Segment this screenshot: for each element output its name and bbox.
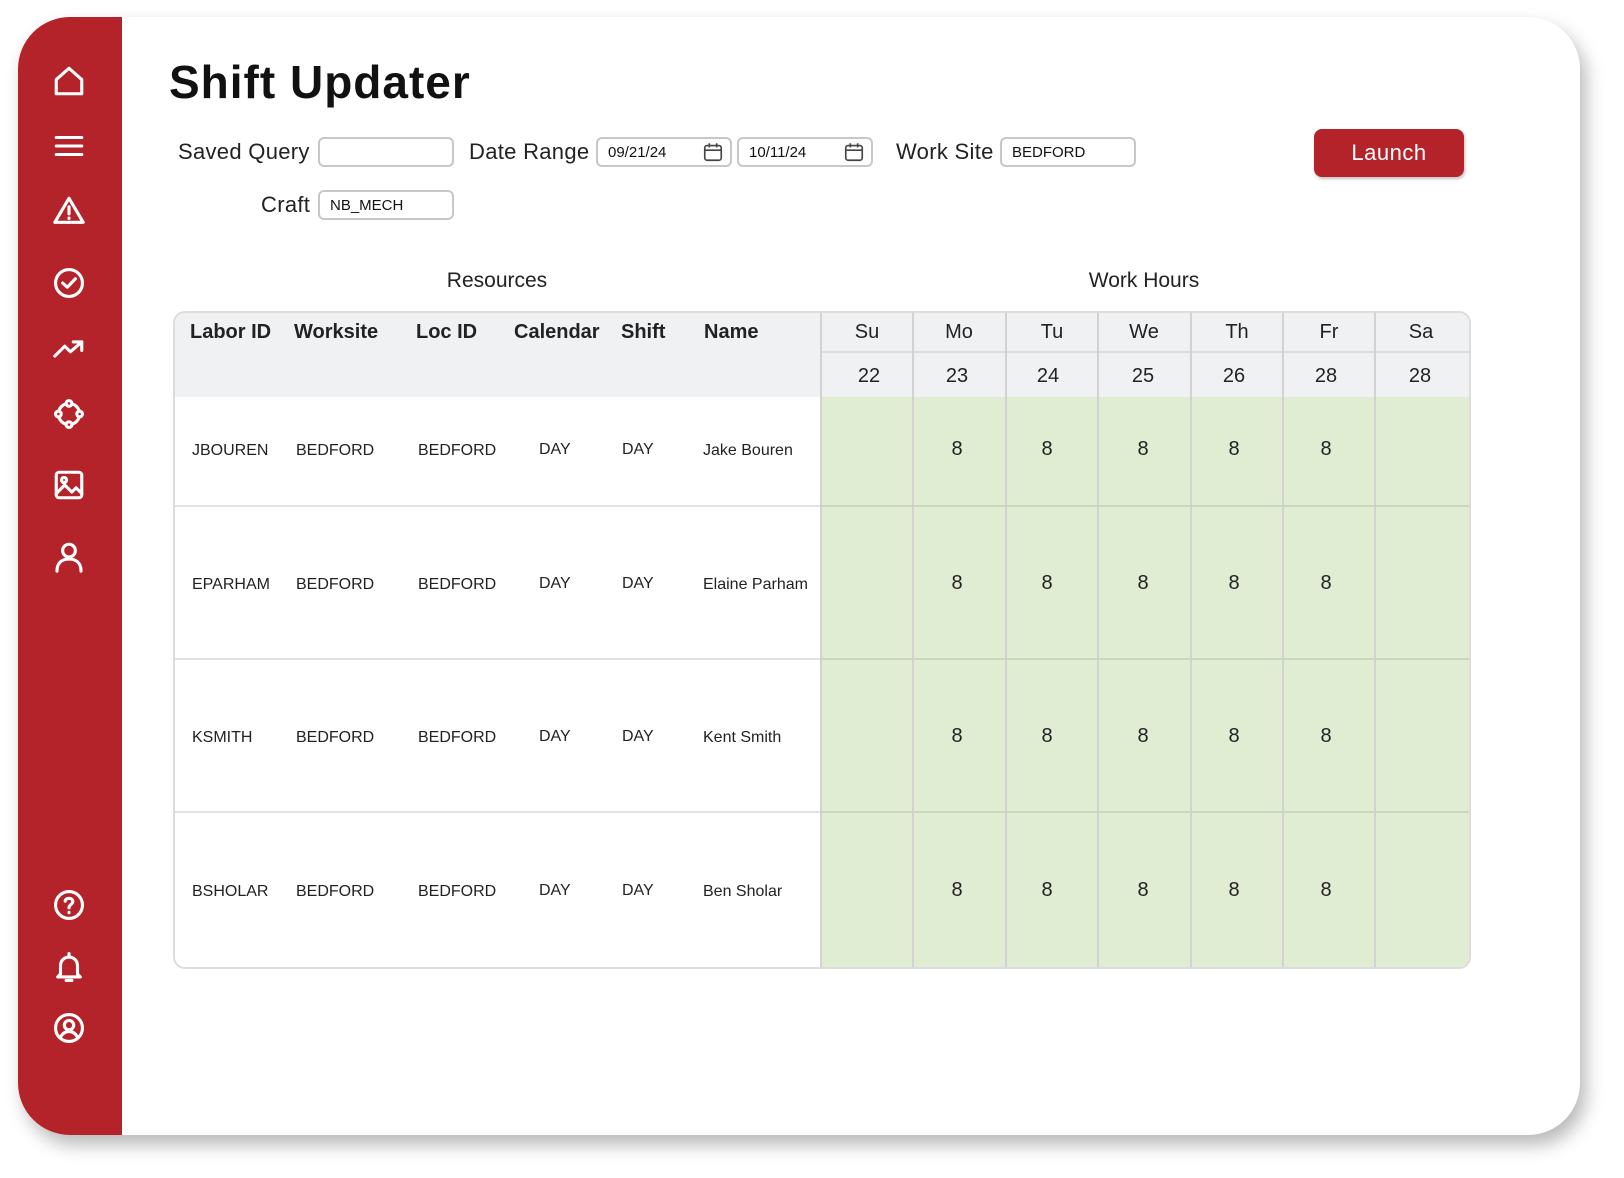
calendar-cell: DAY: [539, 728, 571, 745]
network-icon[interactable]: [50, 395, 88, 433]
hours-cell-we[interactable]: 8: [1097, 879, 1189, 902]
craft-input[interactable]: [318, 190, 454, 220]
main-content: Shift Updater Saved Query Date Range Wor…: [122, 17, 1580, 1135]
name-cell: Kent Smith: [703, 729, 782, 746]
craft-label: Craft: [261, 192, 311, 217]
page-title: Shift Updater: [169, 56, 471, 108]
date-range-start-field: [596, 137, 732, 167]
check-circle-icon[interactable]: [50, 264, 88, 302]
launch-button[interactable]: Launch: [1314, 129, 1464, 177]
hours-cell-fr[interactable]: 8: [1280, 879, 1372, 902]
loc-id-cell: BEDFORD: [418, 883, 497, 900]
day-header-th: Th: [1225, 321, 1249, 343]
day-header-mo: Mo: [945, 321, 973, 343]
name-cell: Jake Bouren: [703, 442, 793, 459]
hours-cell-tu[interactable]: 8: [1001, 725, 1093, 748]
day-header-sa: Sa: [1408, 321, 1434, 343]
date-header-mo: 23: [945, 365, 969, 387]
worksite-cell: BEDFORD: [296, 576, 375, 593]
user-icon[interactable]: [50, 538, 88, 576]
calendar-icon[interactable]: [843, 141, 865, 163]
account-icon[interactable]: [50, 1009, 88, 1047]
loc-id-cell: BEDFORD: [418, 576, 497, 593]
work-site-input[interactable]: [1000, 137, 1136, 167]
hours-cell-we[interactable]: 8: [1097, 725, 1189, 748]
day-header-fr: Fr: [1319, 321, 1339, 343]
shift-table: Labor ID Worksite Loc ID Calendar Shift …: [173, 311, 1471, 969]
hours-cell-tu[interactable]: 8: [1001, 438, 1093, 461]
name-cell: Elaine Parham: [703, 576, 808, 593]
table-row[interactable]: EPARHAM BEDFORD BEDFORD DAY DAY Elaine P…: [175, 507, 1469, 658]
resources-heading: Resources: [446, 269, 548, 292]
shift-cell: DAY: [622, 882, 654, 899]
table-row[interactable]: BSHOLAR BEDFORD BEDFORD DAY DAY Ben Shol…: [175, 813, 1469, 965]
work-site-label: Work Site: [896, 139, 994, 164]
day-header-tu: Tu: [1040, 321, 1064, 343]
day-header-su: Su: [854, 321, 880, 343]
labor-id-cell: BSHOLAR: [192, 883, 269, 900]
hours-cell-fr[interactable]: 8: [1280, 438, 1372, 461]
saved-query-input[interactable]: [318, 137, 454, 167]
shift-cell: DAY: [622, 575, 654, 592]
hours-cell-we[interactable]: 8: [1097, 438, 1189, 461]
hours-cell-th[interactable]: 8: [1188, 725, 1280, 748]
menu-icon[interactable]: [50, 127, 88, 165]
hours-cell-th[interactable]: 8: [1188, 879, 1280, 902]
col-loc-id[interactable]: Loc ID: [416, 321, 477, 344]
hours-cell-th[interactable]: 8: [1188, 438, 1280, 461]
hours-cell-mo[interactable]: 8: [911, 572, 1003, 595]
col-name[interactable]: Name: [704, 321, 758, 344]
date-range-end-field: [737, 137, 873, 167]
labor-id-cell: EPARHAM: [192, 576, 270, 593]
name-cell: Ben Sholar: [703, 883, 783, 900]
hours-cell-we[interactable]: 8: [1097, 572, 1189, 595]
hours-cell-tu[interactable]: 8: [1001, 879, 1093, 902]
date-header-su: 22: [857, 365, 881, 387]
date-header-th: 26: [1222, 365, 1246, 387]
date-range-label: Date Range: [469, 139, 590, 164]
date-header-tu: 24: [1036, 365, 1060, 387]
table-row[interactable]: KSMITH BEDFORD BEDFORD DAY DAY Kent Smit…: [175, 660, 1469, 811]
date-header-sa: 28: [1408, 365, 1432, 387]
hours-cell-mo[interactable]: 8: [911, 725, 1003, 748]
saved-query-label: Saved Query: [178, 139, 310, 164]
calendar-icon[interactable]: [702, 141, 724, 163]
hours-cell-fr[interactable]: 8: [1280, 572, 1372, 595]
worksite-cell: BEDFORD: [296, 729, 375, 746]
col-labor-id[interactable]: Labor ID: [190, 321, 271, 344]
loc-id-cell: BEDFORD: [418, 729, 497, 746]
shift-cell: DAY: [622, 441, 654, 458]
help-icon[interactable]: [50, 886, 88, 924]
col-shift[interactable]: Shift: [621, 321, 665, 344]
header-divider: [820, 351, 1469, 353]
hours-cell-fr[interactable]: 8: [1280, 725, 1372, 748]
image-icon[interactable]: [50, 466, 88, 504]
hours-cell-mo[interactable]: 8: [911, 879, 1003, 902]
hours-cell-mo[interactable]: 8: [911, 438, 1003, 461]
work-hours-heading: Work Hours: [1088, 269, 1200, 292]
alert-triangle-icon[interactable]: [50, 192, 88, 230]
trend-icon[interactable]: [50, 330, 88, 368]
labor-id-cell: KSMITH: [192, 729, 253, 746]
calendar-cell: DAY: [539, 882, 571, 899]
hours-cell-tu[interactable]: 8: [1001, 572, 1093, 595]
date-header-fr: 28: [1314, 365, 1338, 387]
shift-cell: DAY: [622, 728, 654, 745]
bell-icon[interactable]: [50, 948, 88, 986]
col-calendar[interactable]: Calendar: [514, 321, 600, 344]
home-icon[interactable]: [50, 62, 88, 100]
worksite-cell: BEDFORD: [296, 442, 375, 459]
labor-id-cell: JBOUREN: [192, 442, 269, 459]
worksite-cell: BEDFORD: [296, 883, 375, 900]
hours-cell-th[interactable]: 8: [1188, 572, 1280, 595]
calendar-cell: DAY: [539, 575, 571, 592]
table-row[interactable]: JBOUREN BEDFORD BEDFORD DAY DAY Jake Bou…: [175, 397, 1469, 505]
date-header-we: 25: [1131, 365, 1155, 387]
app-window: Shift Updater Saved Query Date Range Wor…: [18, 17, 1580, 1135]
day-header-we: We: [1129, 321, 1159, 343]
sidebar: [18, 17, 122, 1135]
calendar-cell: DAY: [539, 441, 571, 458]
loc-id-cell: BEDFORD: [418, 442, 497, 459]
col-worksite[interactable]: Worksite: [294, 321, 378, 344]
